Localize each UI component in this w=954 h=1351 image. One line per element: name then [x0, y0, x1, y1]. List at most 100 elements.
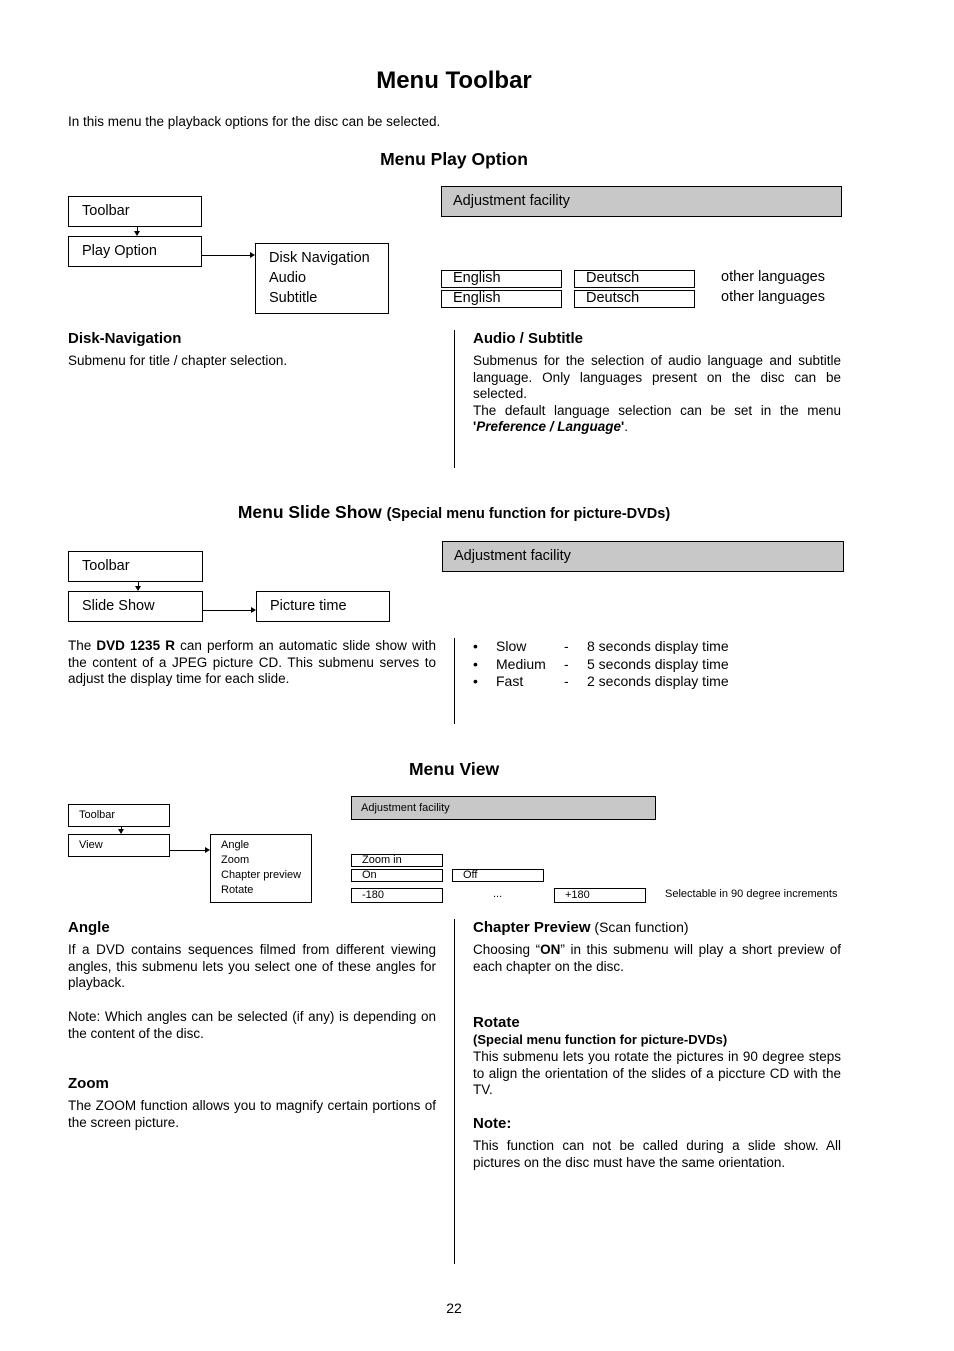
chapter-preview-title: Chapter Preview [473, 919, 591, 936]
note-text: This function can not be called during a… [473, 1138, 841, 1170]
submenu-item-rotate: Rotate [221, 884, 254, 896]
dash: - [564, 673, 569, 689]
option-name: Medium [496, 655, 546, 672]
description-text: The [68, 638, 97, 653]
picture-time-box: Picture time [256, 591, 390, 622]
view-adjustment-facility: Adjustment facility [351, 796, 656, 820]
menu-reference: Preference / Language [476, 419, 622, 435]
submenu-item-chapter-preview: Chapter preview [221, 869, 302, 881]
note-heading: Note: [473, 1115, 512, 1132]
rotate-ellipsis: ... [493, 888, 503, 900]
page-number: 22 [446, 1300, 462, 1316]
play-toolbar-label: Toolbar [82, 203, 130, 219]
audio-subtitle-paragraph: Submenus for the selection of audio lang… [473, 353, 841, 402]
option-fast: • Fast - 2 seconds display time [473, 673, 729, 691]
option-label: Deutsch [586, 270, 640, 286]
page-title: Menu Toolbar [376, 67, 532, 94]
picture-time-options: • Slow - 8 seconds display time • Medium - 5 s… [473, 638, 729, 691]
option-label: On [362, 869, 377, 881]
view-box: View [68, 834, 170, 857]
intro-text: In this menu the playback options for th… [68, 114, 441, 129]
option-slow: • Slow - 8 seconds display time [473, 638, 729, 656]
option-name: Fast [496, 673, 524, 689]
subtitle-other-languages: other languages [721, 289, 825, 305]
disk-navigation-text: Submenu for title / chapter selection. [68, 353, 288, 368]
picture-time-label: Picture time [270, 598, 347, 614]
submenu-item-disk-navigation: Disk Navigation [269, 250, 370, 266]
period: . [624, 419, 629, 435]
rotate-heading: Rotate [473, 1014, 520, 1031]
adjustment-label: Adjustment facility [453, 193, 570, 209]
submenu-item-audio: Audio [269, 270, 307, 286]
slide-show-note: (Special menu function for picture-DVDs) [386, 506, 671, 522]
slide-right-connector [203, 610, 253, 611]
subtitle-option-deutsch: Deutsch [574, 290, 695, 308]
slide-show-description: The DVD 1235 R can perform an automatic … [68, 638, 436, 688]
option-label: +180 [565, 889, 590, 901]
view-toolbar-label: Toolbar [79, 809, 116, 821]
column-divider [454, 919, 455, 1264]
view-heading: Menu View [408, 759, 500, 779]
view-submenu: Angle Zoom Chapter preview Rotate [210, 834, 312, 903]
adjustment-label: Adjustment facility [361, 802, 450, 814]
play-adjustment-facility: Adjustment facility [441, 186, 842, 217]
option-label: English [453, 290, 501, 306]
chapter-preview-text: Choosing “ON” in this submenu will play … [473, 942, 841, 975]
on-keyword: ON [540, 942, 561, 957]
submenu-item-angle: Angle [221, 839, 250, 851]
slide-toolbar-box: Toolbar [68, 551, 203, 582]
angle-heading: Angle [68, 919, 110, 936]
play-toolbar-box: Toolbar [68, 196, 202, 227]
option-label: Zoom in [362, 854, 402, 866]
preview-on-option: On [351, 869, 443, 882]
slide-toolbar-label: Toolbar [82, 558, 130, 574]
play-option-box: Play Option [68, 236, 202, 267]
disk-navigation-heading: Disk-Navigation [68, 330, 182, 347]
preview-off-option: Off [452, 869, 544, 882]
play-option-label: Play Option [82, 243, 157, 259]
dash: - [564, 638, 569, 654]
view-toolbar-box: Toolbar [68, 804, 170, 827]
option-desc: 2 seconds display time [587, 673, 729, 689]
option-desc: 5 seconds display time [587, 655, 729, 672]
model-name: DVD 1235 R [96, 638, 175, 653]
option-label: -180 [362, 889, 385, 901]
submenu-item-zoom: Zoom [221, 854, 250, 866]
audio-option-english: English [441, 270, 562, 288]
audio-subtitle-heading: Audio / Subtitle [473, 330, 583, 347]
chapter-preview-note: (Scan function) [590, 919, 689, 935]
slide-show-title: Menu Slide Show [237, 502, 382, 522]
angle-text: If a DVD contains sequences filmed from … [68, 942, 436, 991]
bullet-icon: • [473, 638, 478, 654]
adjustment-label: Adjustment facility [454, 548, 571, 564]
view-label: View [79, 839, 103, 851]
default-language-text: The default language selection can be se… [473, 402, 841, 418]
slide-adjustment-facility: Adjustment facility [442, 541, 844, 572]
subtitle-option-english: English [441, 290, 562, 308]
option-name: Slow [496, 638, 527, 654]
chapter-preview-heading: Chapter Preview (Scan function) [473, 919, 689, 936]
slide-show-label: Slide Show [82, 598, 155, 614]
audio-other-languages: other languages [721, 269, 825, 285]
option-label: Off [463, 869, 478, 881]
chapter-preview-text-part: Choosing “ [473, 942, 541, 957]
default-language-paragraph: The default language selection can be se… [473, 403, 841, 436]
rotate-subheading: (Special menu function for picture-DVDs) [473, 1032, 728, 1047]
rotate-min-option: -180 [351, 888, 443, 903]
play-option-heading: Menu Play Option [380, 149, 528, 169]
angle-note: Note: Which angles can be selected (if a… [68, 1009, 436, 1041]
zoom-heading: Zoom [68, 1075, 109, 1092]
option-desc: 8 seconds display time [587, 638, 729, 654]
zoom-text: The ZOOM function allows you to magnify … [68, 1098, 436, 1130]
rotate-max-option: +180 [554, 888, 646, 903]
rotate-text: This submenu lets you rotate the picture… [473, 1049, 841, 1098]
column-divider [454, 330, 455, 468]
bullet-icon: • [473, 673, 478, 689]
bullet-icon: • [473, 655, 478, 672]
column-divider [454, 638, 455, 724]
dash: - [564, 655, 569, 672]
option-label: Deutsch [586, 290, 640, 306]
rotate-note: Selectable in 90 degree increments [665, 888, 838, 900]
play-right-connector [202, 255, 252, 256]
audio-option-deutsch: Deutsch [574, 270, 695, 288]
